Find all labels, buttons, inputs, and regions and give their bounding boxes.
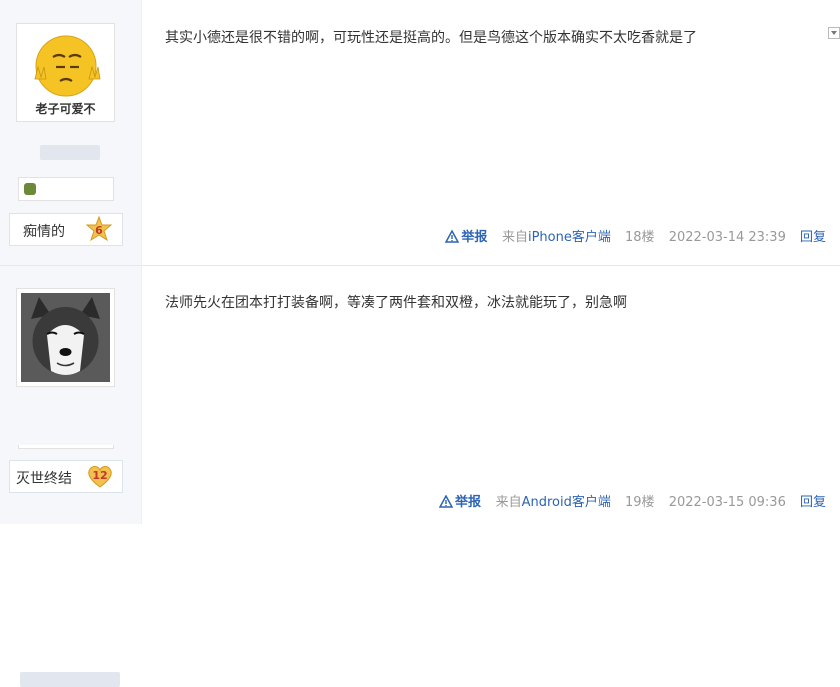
medal-box [18, 177, 114, 201]
level-heart-icon: 12 [86, 463, 114, 493]
husky-dog-avatar-icon [17, 289, 114, 386]
avatar[interactable] [16, 288, 115, 387]
post-time: 2022-03-15 09:36 [668, 495, 786, 510]
username-blurred[interactable] [20, 672, 120, 687]
rank-badge[interactable]: 灭世终结 12 [9, 460, 123, 493]
rank-title: 灭世终结 [16, 471, 72, 487]
post-content: 法师先火在团本打打装备啊，等凑了两件套和双橙，冰法就能玩了，别急啊 [165, 295, 627, 311]
avatar[interactable]: 老子可爱不 [16, 23, 115, 122]
floor-number: 19楼 [625, 495, 655, 510]
post-tail: 举报 来自Android客户端 19楼 2022-03-15 09:36 回复 [439, 491, 826, 510]
report-link[interactable]: 举报 [439, 495, 486, 510]
source-prefix: 来自 [495, 495, 522, 510]
warning-triangle-icon [439, 495, 454, 508]
client-link[interactable]: Android客户端 [522, 495, 611, 510]
user-sidebar: 老子可爱不 痴情的 6 [0, 0, 142, 265]
report-label: 举报 [455, 495, 482, 510]
report-label: 举报 [461, 230, 488, 245]
rank-title: 痴情的 [23, 224, 65, 240]
post-time: 2022-03-14 23:39 [668, 230, 786, 245]
level-number: 6 [95, 224, 103, 237]
post-tail: 举报 来自iPhone客户端 18楼 2022-03-14 23:39 回复 [445, 226, 826, 245]
username-blurred[interactable] [40, 145, 100, 160]
source-prefix: 来自 [501, 230, 528, 245]
post-floor-19: 灭世终结 12 法师先火在团本打打装备啊，等凑了两件套和双橙，冰法就能玩了，别急… [0, 266, 840, 687]
user-sidebar: 灭世终结 12 [0, 266, 142, 687]
report-link[interactable]: 举报 [445, 230, 492, 245]
floor-number: 18楼 [625, 230, 655, 245]
avatar-caption: 老子可爱不 [35, 102, 96, 116]
rank-badge[interactable]: 痴情的 6 [9, 213, 123, 246]
client-link[interactable]: iPhone客户端 [528, 230, 611, 245]
medal-icon [24, 183, 36, 195]
post-floor-18: 老子可爱不 痴情的 6 其实小德还是很不错的啊，可玩性还是挺高的。但是鸟德这个版… [0, 0, 840, 266]
post-content: 其实小德还是很不错的啊，可玩性还是挺高的。但是鸟德这个版本确实不太吃香就是了 [165, 30, 697, 46]
divider [18, 445, 114, 449]
warning-triangle-icon [445, 230, 460, 243]
level-number: 12 [92, 469, 107, 482]
level-star-icon: 6 [85, 215, 113, 246]
reply-link[interactable]: 回复 [800, 230, 826, 245]
source-info: 来自Android客户端 [496, 495, 611, 510]
source-info: 来自iPhone客户端 [502, 230, 611, 245]
reply-link[interactable]: 回复 [800, 495, 826, 510]
chevron-down-icon[interactable] [828, 27, 840, 39]
